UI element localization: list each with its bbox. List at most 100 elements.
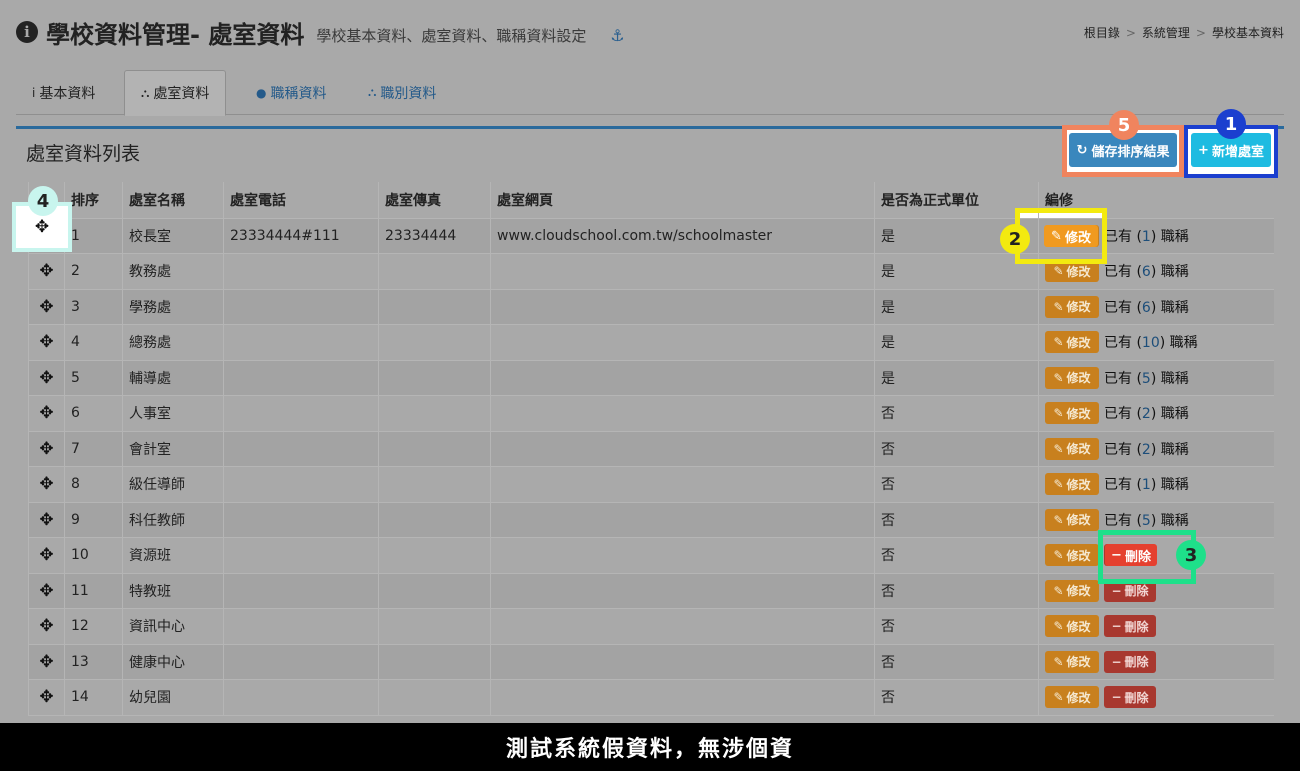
- cell-actions: ✎修改−刪除: [1038, 608, 1274, 645]
- edit-label: 修改: [1066, 371, 1091, 386]
- edit-icon: ✎: [1053, 370, 1064, 385]
- office-table-wrap: 排序 處室名稱 處室電話 處室傳真 處室網頁 是否為正式單位 編修 ✥1校長室2…: [28, 182, 1274, 742]
- cell-phone: [223, 288, 379, 325]
- drag-handle-icon[interactable]: ✥: [28, 643, 65, 680]
- cell-fax: [378, 395, 491, 432]
- delete-button[interactable]: −刪除: [1104, 615, 1156, 638]
- edit-button[interactable]: ✎修改: [1045, 544, 1099, 567]
- cell-actions: ✎修改已有 (1) 職稱: [1038, 466, 1274, 503]
- anchor-icon[interactable]: ⚓: [610, 26, 624, 45]
- drag-handle-icon[interactable]: ✥: [28, 395, 65, 432]
- count-prefix: 已有 (: [1104, 477, 1142, 494]
- edit-icon: ✎: [1051, 228, 1062, 244]
- edit-button[interactable]: ✎修改: [1045, 615, 1099, 638]
- count-suffix: ) 職稱: [1150, 441, 1189, 458]
- drag-handle-icon[interactable]: ✥: [28, 288, 65, 325]
- delete-button[interactable]: −刪除: [1104, 579, 1156, 602]
- minus-icon: −: [1111, 583, 1122, 598]
- count-suffix: ) 職稱: [1150, 406, 1189, 423]
- delete-button[interactable]: −刪除: [1104, 686, 1156, 709]
- breadcrumb-system[interactable]: 系統管理: [1142, 24, 1190, 41]
- count-number[interactable]: 1: [1142, 477, 1151, 493]
- edit-button[interactable]: ✎修改: [1045, 366, 1099, 389]
- breadcrumb-separator: >: [1195, 25, 1206, 40]
- edit-label: 修改: [1066, 655, 1091, 670]
- drag-handle-icon[interactable]: ✥: [28, 359, 65, 396]
- edit-icon: ✎: [1053, 512, 1064, 527]
- drag-handle-icon[interactable]: ✥: [28, 324, 65, 361]
- count-number[interactable]: 1: [1142, 229, 1151, 245]
- count-number[interactable]: 6: [1142, 264, 1151, 280]
- count-number[interactable]: 5: [1142, 371, 1151, 387]
- count-number[interactable]: 10: [1142, 335, 1160, 351]
- edit-button[interactable]: ✎修改: [1045, 650, 1099, 673]
- count-number[interactable]: 6: [1142, 300, 1151, 316]
- drag-handle-icon[interactable]: ✥: [28, 679, 65, 716]
- tab-offices[interactable]: ⛬ 處室資料: [124, 70, 227, 116]
- edit-button[interactable]: ✎修改: [1045, 437, 1099, 460]
- edit-button[interactable]: ✎修改: [1045, 295, 1099, 318]
- edit-button[interactable]: ✎修改: [1045, 508, 1099, 531]
- count-prefix: 已有 (: [1104, 228, 1142, 245]
- cell-phone: [223, 253, 379, 290]
- edit-button[interactable]: ✎修改: [1045, 260, 1099, 283]
- cell-official: 否: [874, 501, 1039, 538]
- cell-web: [490, 608, 875, 645]
- cell-actions: ✎ 修改 已有 (5) 職稱: [1038, 501, 1274, 538]
- count-number[interactable]: 5: [1142, 513, 1151, 529]
- cell-web: [490, 324, 875, 361]
- edit-label: 修改: [1066, 264, 1091, 279]
- count-number[interactable]: 2: [1142, 442, 1151, 458]
- breadcrumb-root[interactable]: 根目錄: [1084, 24, 1120, 41]
- drag-handle-icon[interactable]: ✥: [28, 466, 65, 503]
- breadcrumb-current: 學校基本資料: [1211, 26, 1284, 40]
- cell-phone: [223, 466, 379, 503]
- cell-order: 6: [64, 395, 123, 432]
- tab-categories[interactable]: ⛬ 職別資料: [352, 70, 452, 115]
- count-prefix: 已有 (: [1104, 370, 1142, 387]
- cell-name: 資源班: [122, 537, 224, 574]
- drag-handle-icon[interactable]: ✥: [28, 608, 65, 645]
- cell-name: 人事室: [122, 395, 224, 432]
- edit-label: 修改: [1066, 619, 1091, 634]
- minus-icon: −: [1111, 690, 1122, 705]
- cell-web: [490, 288, 875, 325]
- cell-fax: [378, 466, 491, 503]
- cell-official: 否: [874, 466, 1039, 503]
- edit-button[interactable]: ✎修改: [1045, 686, 1099, 709]
- count-number[interactable]: 2: [1142, 406, 1151, 422]
- cell-official: 否: [874, 608, 1039, 645]
- drag-handle-icon[interactable]: ✥: [28, 537, 65, 574]
- table-row: ✥ 14 幼兒園否 ✎ 修改 − 刪除: [28, 679, 1274, 716]
- office-table: 排序 處室名稱 處室電話 處室傳真 處室網頁 是否為正式單位 編修 ✥1校長室2…: [28, 182, 1274, 716]
- minus-icon: −: [1111, 619, 1122, 634]
- cell-web: [490, 572, 875, 609]
- edit-button-highlight[interactable]: ✎ 修改: [1044, 225, 1098, 247]
- drag-handle-icon[interactable]: ✥: [28, 572, 65, 609]
- cell-fax: [378, 679, 491, 716]
- drag-handle-icon[interactable]: ✥: [28, 253, 65, 290]
- cell-web: [490, 359, 875, 396]
- cell-actions: ✎ 修改 已有 (10) 職稱: [1038, 324, 1274, 361]
- edit-button[interactable]: ✎修改: [1045, 579, 1099, 602]
- cell-order: 7: [64, 430, 123, 467]
- edit-icon: ✎: [1053, 299, 1064, 314]
- edit-button[interactable]: ✎修改: [1045, 473, 1099, 496]
- count-prefix: 已有 (: [1104, 406, 1142, 423]
- cell-official: 是: [874, 324, 1039, 361]
- cell-fax: [378, 359, 491, 396]
- cell-fax: [378, 288, 491, 325]
- col-edit: 編修: [1038, 182, 1274, 219]
- tab-basic[interactable]: i 基本資料: [16, 70, 111, 115]
- drag-handle-icon[interactable]: ✥: [28, 430, 65, 467]
- cell-name: 總務處: [122, 324, 224, 361]
- title-count: 已有 (1) 職稱: [1104, 477, 1189, 493]
- cell-phone: [223, 679, 379, 716]
- tab-titles[interactable]: ● 職稱資料: [240, 70, 342, 115]
- cell-fax: [378, 501, 491, 538]
- delete-button[interactable]: −刪除: [1104, 650, 1156, 673]
- edit-button[interactable]: ✎修改: [1045, 402, 1099, 425]
- edit-button[interactable]: ✎修改: [1045, 331, 1099, 354]
- drag-handle-icon[interactable]: ✥: [28, 501, 65, 538]
- delete-button-highlight[interactable]: − 刪除: [1105, 544, 1157, 566]
